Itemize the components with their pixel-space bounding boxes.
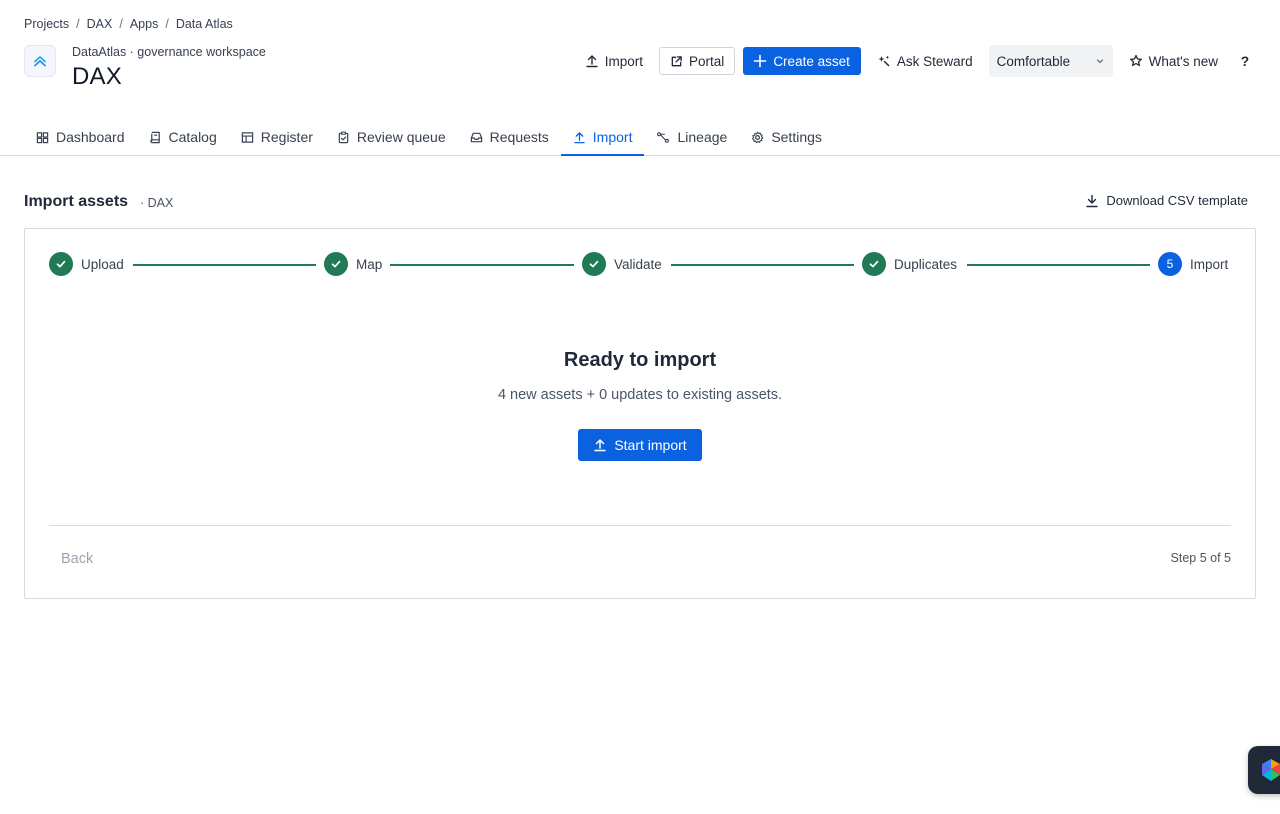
book-icon bbox=[149, 131, 160, 143]
portal-button-label: Portal bbox=[689, 53, 725, 69]
tab-review-queue[interactable]: Review queue bbox=[325, 118, 458, 156]
download-csv-template-button[interactable]: Download CSV template bbox=[1085, 193, 1248, 208]
tab-register[interactable]: Register bbox=[229, 118, 325, 156]
whats-new-button[interactable]: What's new bbox=[1121, 47, 1226, 75]
section-title: Import assets bbox=[24, 193, 129, 210]
breadcrumb-separator: / bbox=[165, 17, 169, 31]
ready-description: 4 new assets + 0 updates to existing ass… bbox=[497, 387, 783, 403]
start-import-button[interactable]: Start import bbox=[578, 429, 702, 461]
check-icon bbox=[589, 260, 599, 268]
tab-label: Import bbox=[592, 129, 633, 145]
dashboard-icon bbox=[36, 131, 49, 143]
step-connector bbox=[967, 264, 1150, 266]
step-connector bbox=[390, 264, 574, 266]
tab-import[interactable]: Import bbox=[560, 118, 645, 156]
external-link-icon bbox=[671, 55, 682, 66]
step-upload-done bbox=[49, 252, 73, 276]
upload-icon bbox=[594, 439, 607, 452]
step-map-done bbox=[324, 252, 348, 276]
back-button[interactable]: Back bbox=[61, 551, 93, 567]
upload-icon bbox=[574, 131, 585, 143]
plus-icon bbox=[754, 54, 767, 68]
breadcrumb-projects[interactable]: Projects bbox=[24, 17, 69, 31]
tab-label: Review queue bbox=[356, 129, 446, 145]
chevrons-up-icon bbox=[34, 56, 46, 67]
assistant-launcher[interactable] bbox=[1248, 746, 1280, 794]
start-import-label: Start import bbox=[614, 437, 687, 453]
assistant-logo-icon bbox=[1262, 759, 1280, 781]
header-actions: Import Portal Create asset Ask Steward C… bbox=[577, 45, 1256, 77]
card-footer-divider bbox=[49, 525, 1231, 526]
step-validate-done bbox=[582, 252, 606, 276]
import-button-label: Import bbox=[604, 53, 644, 69]
sparkle-icon bbox=[878, 55, 890, 67]
star-icon bbox=[1129, 54, 1142, 67]
gear-icon bbox=[752, 131, 764, 143]
breadcrumb-separator: / bbox=[76, 17, 80, 31]
breadcrumb-data-atlas[interactable]: Data Atlas bbox=[176, 17, 233, 31]
check-icon bbox=[56, 260, 66, 268]
tab-label: Register bbox=[260, 129, 313, 145]
step-label-upload: Upload bbox=[81, 257, 124, 272]
check-icon bbox=[331, 260, 341, 268]
check-icon bbox=[869, 260, 879, 268]
clipboard-check-icon bbox=[338, 131, 349, 143]
app-logo bbox=[24, 45, 56, 77]
step-label-validate: Validate bbox=[614, 257, 662, 272]
step-import-current: 5 bbox=[1158, 252, 1182, 276]
step-count: Step 5 of 5 bbox=[1170, 551, 1231, 565]
inbox-icon bbox=[470, 132, 482, 142]
tab-requests[interactable]: Requests bbox=[458, 118, 561, 156]
tab-settings[interactable]: Settings bbox=[739, 118, 834, 156]
ask-steward-label: Ask Steward bbox=[896, 53, 973, 69]
tab-lineage[interactable]: Lineage bbox=[644, 118, 739, 156]
download-icon bbox=[1086, 194, 1099, 207]
create-asset-button[interactable]: Create asset bbox=[743, 47, 861, 75]
ask-steward-button[interactable]: Ask Steward bbox=[869, 47, 981, 75]
lineage-icon bbox=[657, 131, 670, 143]
table-icon bbox=[241, 131, 253, 143]
density-select-value: Comfortable bbox=[996, 53, 1071, 69]
breadcrumb-dax[interactable]: DAX bbox=[87, 17, 113, 31]
breadcrumb: Projects / DAX / Apps / Data Atlas bbox=[24, 17, 233, 31]
page-title: DAX bbox=[72, 63, 122, 90]
step-label-map: Map bbox=[356, 257, 383, 272]
breadcrumb-separator: / bbox=[119, 17, 123, 31]
tab-bar: Dashboard Catalog Register Review queue … bbox=[24, 118, 1280, 156]
tab-catalog[interactable]: Catalog bbox=[137, 118, 229, 156]
section-subtitle: · DAX bbox=[140, 196, 174, 210]
density-select[interactable]: Comfortable bbox=[988, 45, 1113, 77]
step-label-import: Import bbox=[1190, 257, 1229, 272]
step-connector bbox=[671, 264, 854, 266]
tab-label: Lineage bbox=[677, 129, 728, 145]
help-button[interactable]: ? bbox=[1234, 47, 1256, 75]
step-connector bbox=[133, 264, 316, 266]
tab-label: Requests bbox=[489, 129, 549, 145]
tab-dashboard[interactable]: Dashboard bbox=[24, 118, 137, 156]
whats-new-label: What's new bbox=[1148, 53, 1218, 69]
step-duplicates-done bbox=[862, 252, 886, 276]
chevron-down-icon bbox=[1096, 59, 1103, 64]
upload-icon bbox=[586, 55, 598, 68]
breadcrumb-apps[interactable]: Apps bbox=[130, 17, 159, 31]
import-wizard-card bbox=[24, 228, 1256, 599]
ready-title: Ready to import bbox=[563, 349, 717, 371]
app-subtitle: DataAtlas · governance workspace bbox=[72, 45, 266, 59]
import-button[interactable]: Import bbox=[577, 47, 651, 75]
create-asset-label: Create asset bbox=[773, 53, 850, 69]
step-label-duplicates: Duplicates bbox=[894, 257, 958, 272]
portal-button[interactable]: Portal bbox=[659, 47, 736, 75]
help-label: ? bbox=[1240, 53, 1250, 69]
tab-label: Settings bbox=[771, 129, 822, 145]
tab-label: Dashboard bbox=[56, 129, 125, 145]
download-csv-template-label: Download CSV template bbox=[1106, 193, 1248, 208]
tab-label: Catalog bbox=[168, 129, 217, 145]
